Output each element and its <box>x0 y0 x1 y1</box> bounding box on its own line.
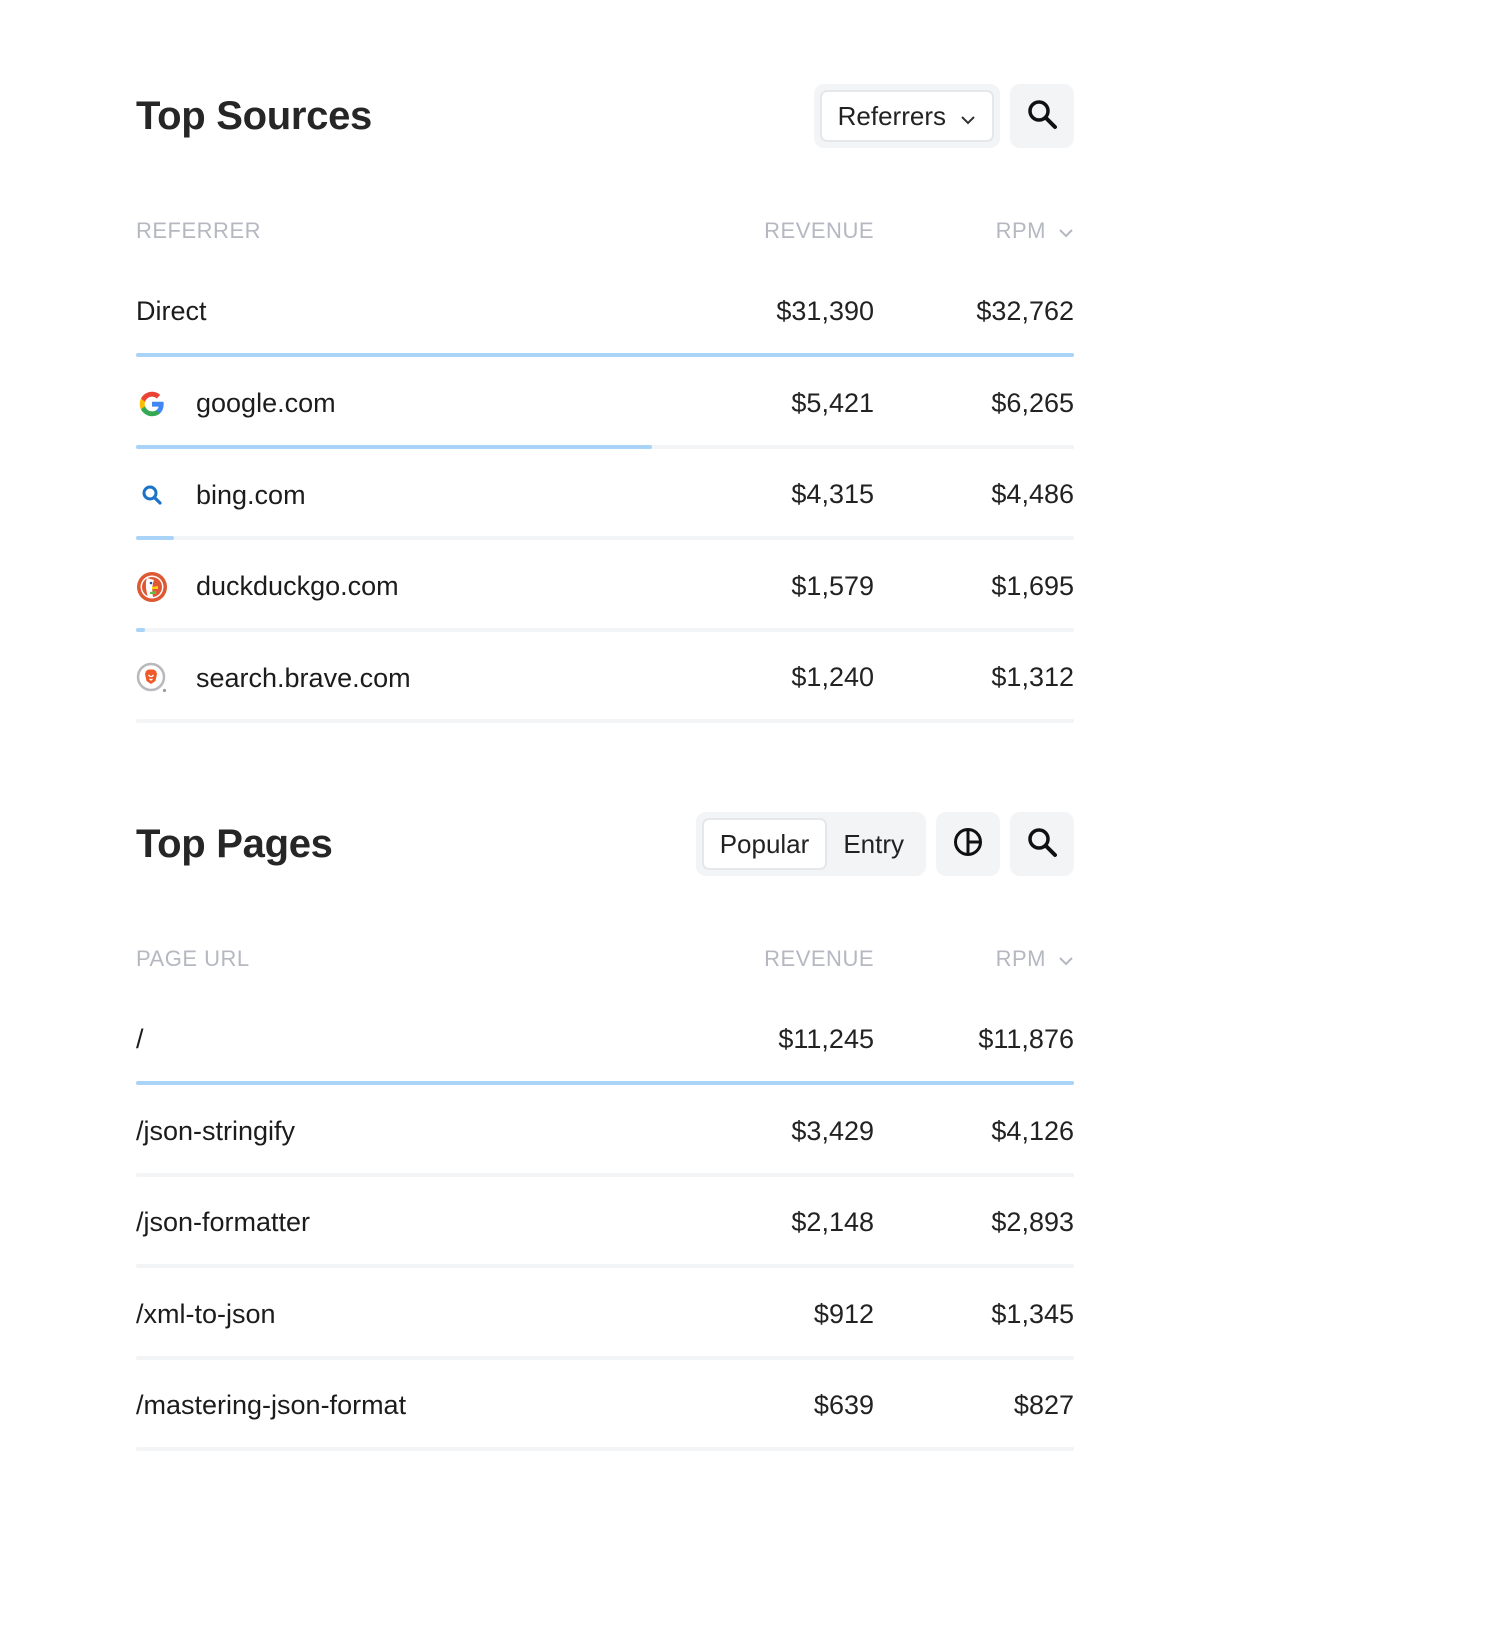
search-icon <box>1026 826 1058 863</box>
referrer-label: bing.com <box>196 479 306 510</box>
table-row[interactable]: /json-formatter $2,148 $2,893 <box>136 1193 1074 1285</box>
revenue-value: $3,429 <box>791 1115 874 1146</box>
revenue-value: $4,315 <box>791 479 874 509</box>
revenue-value: $639 <box>813 1390 874 1420</box>
share-bar <box>136 353 1074 357</box>
table-row[interactable]: /xml-to-json $912 $1,345 <box>136 1285 1074 1377</box>
top-sources-title: Top Sources <box>136 94 372 138</box>
referrer-label: duckduckgo.com <box>196 571 399 601</box>
pie-chart-button[interactable] <box>936 812 1000 876</box>
revenue-value: $31,390 <box>776 296 874 326</box>
google-icon <box>136 388 168 420</box>
referrer-name: duckduckgo.com <box>136 571 399 603</box>
referrer-label: Direct <box>136 296 207 326</box>
table-row[interactable]: google.com $5,421 $6,265 <box>136 374 1074 466</box>
rpm-value: $32,762 <box>976 296 1074 326</box>
revenue-value: $11,245 <box>778 1024 874 1054</box>
rpm-value: $1,312 <box>991 662 1074 692</box>
table-row[interactable]: Direct $31,390 $32,762 <box>136 282 1074 374</box>
table-row[interactable]: duckduckgo.com $1,579 $1,695 <box>136 557 1074 649</box>
column-header-revenue[interactable]: REVENUE <box>764 946 874 972</box>
page-url: /xml-to-json <box>136 1298 276 1329</box>
top-pages-section: Top Pages Popular Entry PAGE URL REVENUE… <box>136 812 1074 1468</box>
referrer-label: search.brave.com <box>196 662 411 693</box>
column-header-referrer: REFERRER <box>136 218 262 243</box>
table-row[interactable]: search.brave.com $1,240 $1,312 <box>136 648 1074 740</box>
tab-popular[interactable]: Popular <box>701 818 828 870</box>
revenue-value: $5,421 <box>791 387 874 418</box>
top-pages-title: Top Pages <box>136 822 333 866</box>
share-bar <box>136 1172 1074 1177</box>
column-header-rpm-label: RPM <box>995 218 1046 243</box>
search-icon <box>1026 98 1058 135</box>
revenue-value: $1,240 <box>791 662 874 692</box>
referrers-dropdown-wrapper: Referrers <box>813 84 1000 148</box>
pages-mode-toggle: Popular Entry <box>695 812 926 876</box>
referrer-name: bing.com <box>136 479 306 511</box>
referrer-name: google.com <box>136 388 336 420</box>
pages-table-header: PAGE URL REVENUE RPM <box>136 946 1074 976</box>
sources-table-body: Direct $31,390 $32,762 google.com $5,421… <box>136 282 1074 740</box>
pages-search-button[interactable] <box>1010 812 1074 876</box>
column-header-rpm-label: RPM <box>995 946 1046 971</box>
share-bar <box>136 444 1074 449</box>
share-bar <box>136 1081 1074 1085</box>
rpm-value: $4,126 <box>991 1115 1074 1146</box>
bing-icon <box>136 479 168 511</box>
page-url: / <box>136 1024 144 1054</box>
pie-chart-icon <box>952 826 984 863</box>
share-bar <box>136 1264 1074 1268</box>
top-pages-header: Top Pages Popular Entry <box>136 812 1074 876</box>
top-sources-header: Top Sources Referrers <box>136 84 1074 148</box>
column-header-page-url: PAGE URL <box>136 946 250 971</box>
rpm-value: $1,695 <box>991 570 1074 601</box>
duckduckgo-icon <box>136 571 168 603</box>
table-row[interactable]: / $11,245 $11,876 <box>136 1010 1074 1102</box>
top-sources-controls: Referrers <box>813 84 1074 148</box>
column-header-revenue[interactable]: REVENUE <box>764 218 874 244</box>
top-sources-section: Top Sources Referrers REFERRER REVENUE R… <box>136 84 1074 740</box>
sources-search-button[interactable] <box>1010 84 1074 148</box>
rpm-value: $11,876 <box>978 1024 1074 1054</box>
table-row[interactable]: /mastering-json-format $639 $827 <box>136 1376 1074 1468</box>
referrer-name: Direct <box>136 296 207 327</box>
rpm-value: $827 <box>1013 1390 1074 1420</box>
share-bar-fill <box>136 627 146 632</box>
share-bar <box>136 1447 1074 1451</box>
referrer-name: search.brave.com <box>136 662 411 694</box>
sources-table-header: REFERRER REVENUE RPM <box>136 218 1074 248</box>
share-bar-fill <box>136 444 652 449</box>
share-bar-fill <box>136 1081 1074 1085</box>
revenue-value: $1,579 <box>791 570 874 601</box>
referrers-dropdown[interactable]: Referrers <box>819 90 994 142</box>
page-url: /json-stringify <box>136 1115 296 1146</box>
share-bar <box>136 627 1074 632</box>
column-header-rpm[interactable]: RPM <box>996 218 1074 244</box>
table-row[interactable]: /json-stringify $3,429 $4,126 <box>136 1102 1074 1194</box>
share-bar <box>136 1355 1074 1360</box>
rpm-value: $4,486 <box>991 479 1074 509</box>
rpm-value: $6,265 <box>991 387 1074 418</box>
sort-chevron-icon <box>1058 946 1074 972</box>
share-bar-fill <box>136 536 174 540</box>
pages-table-body: / $11,245 $11,876 /json-stringify $3,429… <box>136 1010 1074 1468</box>
referrers-dropdown-label: Referrers <box>837 100 946 131</box>
page-url: /json-formatter <box>136 1207 311 1237</box>
top-pages-controls: Popular Entry <box>695 812 1074 876</box>
rpm-value: $1,345 <box>991 1298 1074 1329</box>
brave-icon <box>136 662 168 694</box>
revenue-value: $2,148 <box>791 1207 874 1237</box>
rpm-value: $2,893 <box>991 1207 1074 1237</box>
column-header-rpm[interactable]: RPM <box>996 946 1074 972</box>
table-row[interactable]: bing.com $4,315 $4,486 <box>136 465 1074 557</box>
chevron-down-icon <box>960 101 976 132</box>
share-bar <box>136 536 1074 540</box>
share-bar-fill <box>136 353 1074 357</box>
revenue-value: $912 <box>813 1298 874 1329</box>
share-bar <box>136 719 1074 723</box>
page-url: /mastering-json-format <box>136 1390 407 1420</box>
referrer-label: google.com <box>196 388 336 418</box>
tab-entry[interactable]: Entry <box>827 818 920 870</box>
sort-chevron-icon <box>1058 218 1074 244</box>
